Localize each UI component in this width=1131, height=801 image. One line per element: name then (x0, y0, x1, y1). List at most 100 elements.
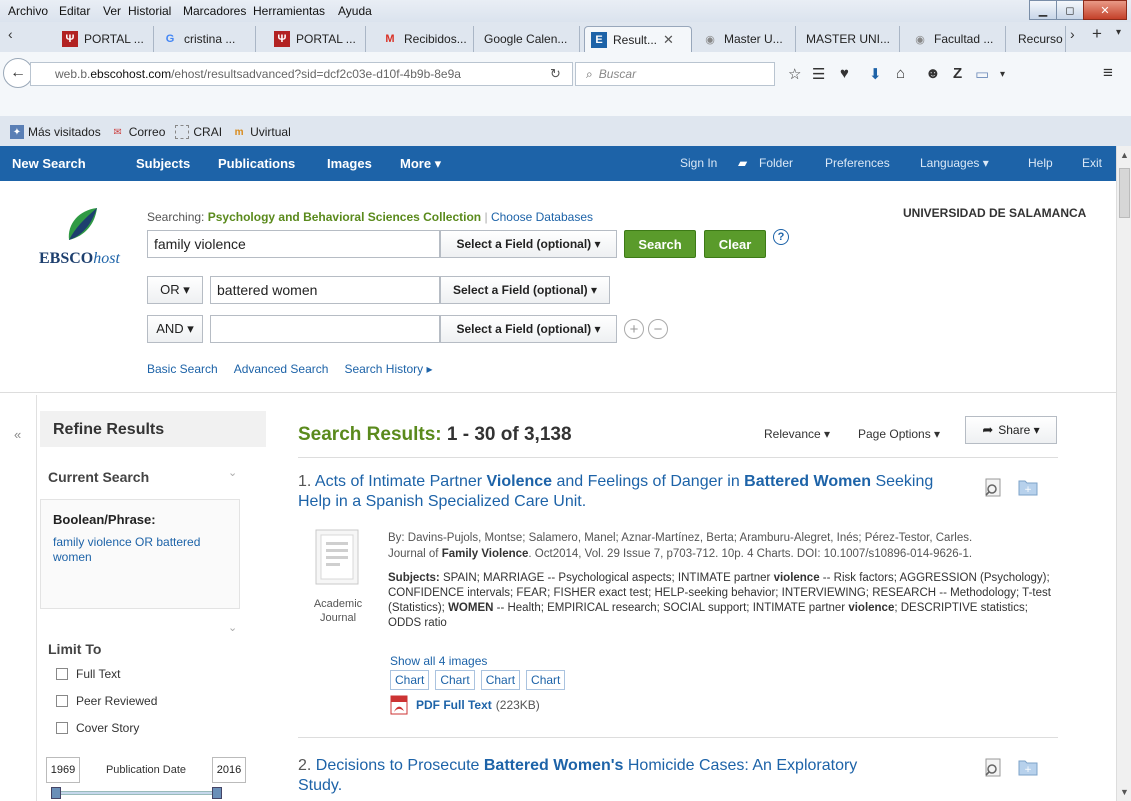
scrollbar-thumb[interactable] (1119, 168, 1130, 218)
tab-master-uni[interactable]: MASTER UNI... (800, 26, 900, 52)
nav-folder[interactable]: Folder (759, 156, 793, 170)
search-button[interactable]: Search (624, 230, 696, 258)
add-row-icon[interactable]: + (624, 319, 644, 339)
tab-google-calendar[interactable]: Google Calen... (478, 26, 580, 52)
page-scrollbar[interactable]: ▲ ▼ (1116, 146, 1131, 801)
page-icon[interactable]: ▭ (975, 65, 989, 83)
tab-scroll-left-icon[interactable]: ‹ (8, 26, 13, 42)
tab-scroll-right-icon[interactable]: › (1070, 26, 1075, 42)
tab-list-icon[interactable]: ▾ (1116, 27, 1121, 38)
sort-relevance[interactable]: Relevance ▾ (764, 427, 830, 441)
pdf-full-text-link[interactable]: PDF Full Text (223KB) (390, 695, 540, 715)
nav-languages[interactable]: Languages ▾ (920, 156, 989, 170)
close-window-icon[interactable]: ✕ (1083, 0, 1127, 20)
limit-full-text[interactable]: Full Text (56, 667, 120, 681)
browser-search-input[interactable]: ⌕ Buscar (575, 62, 775, 86)
collapse-sidebar[interactable]: « (0, 395, 37, 801)
search-term-3[interactable] (210, 315, 440, 343)
search-history-link[interactable]: Search History ▸ (344, 362, 432, 376)
tab-portal-1[interactable]: Ψ PORTAL ... (56, 26, 154, 52)
menu-editar[interactable]: Editar (59, 4, 90, 18)
field-select-2[interactable]: Select a Field (optional) ▾ (440, 276, 610, 304)
pub-date-from[interactable]: 1969 (46, 757, 80, 783)
pub-date-slider[interactable] (51, 787, 222, 799)
nav-sign-in[interactable]: Sign In (680, 156, 717, 170)
menu-historial[interactable]: Historial (128, 4, 171, 18)
add-to-folder-icon[interactable]: + (1018, 478, 1038, 496)
boolean-phrase-value[interactable]: family violence OR battered women (53, 535, 227, 565)
field-select-3[interactable]: Select a Field (optional) ▾ (440, 315, 617, 343)
boolean-operator-3[interactable]: AND ▾ (147, 315, 203, 343)
nav-images[interactable]: Images (327, 156, 372, 171)
tab-results[interactable]: E Result... ✕ (584, 26, 692, 52)
page-options[interactable]: Page Options ▾ (858, 427, 940, 441)
scroll-up-icon[interactable]: ▲ (1120, 150, 1129, 160)
preview-magnifier-icon[interactable] (984, 758, 1004, 778)
result-1-title[interactable]: 1. Acts of Intimate Partner Violence and… (298, 472, 938, 512)
bookmark-mas-visitados[interactable]: ✦ Más visitados (10, 125, 101, 139)
menu-marcadores[interactable]: Marcadores (183, 4, 246, 18)
chevron-down-icon[interactable]: ⌄ (228, 621, 237, 634)
dropdown-icon[interactable]: ▾ (1000, 69, 1005, 80)
minimize-icon[interactable]: ▁ (1029, 0, 1057, 20)
close-tab-icon[interactable]: ✕ (663, 32, 674, 48)
limit-to-header[interactable]: Limit To (40, 641, 240, 657)
tab-recurso[interactable]: Recurso (1012, 26, 1066, 52)
slider-handle-left[interactable] (51, 787, 61, 799)
tab-facultad[interactable]: ◉ Facultad ... (906, 26, 1006, 52)
checkbox[interactable] (56, 695, 68, 707)
checkbox[interactable] (56, 722, 68, 734)
current-search-header[interactable]: Current Search (40, 469, 240, 485)
show-all-images-link[interactable]: Show all 4 images (390, 654, 487, 668)
maximize-icon[interactable]: ◻ (1056, 0, 1084, 20)
add-to-folder-icon[interactable]: + (1018, 758, 1038, 776)
limit-peer-reviewed[interactable]: Peer Reviewed (56, 694, 157, 708)
share-button[interactable]: ➦ Share ▾ (965, 416, 1057, 444)
limit-cover-story[interactable]: Cover Story (56, 721, 139, 735)
zotero-icon[interactable]: Z (953, 65, 962, 82)
tab-portal-2[interactable]: Ψ PORTAL ... (268, 26, 366, 52)
back-arrow-icon[interactable]: ← (3, 58, 33, 88)
bookmark-crai[interactable]: CRAI (175, 125, 222, 139)
nav-exit[interactable]: Exit (1082, 156, 1102, 170)
double-chevron-left-icon[interactable]: « (14, 427, 21, 442)
chart-link-1[interactable]: Chart (390, 670, 430, 690)
chevron-down-icon[interactable]: ⌄ (228, 466, 237, 479)
nav-new-search[interactable]: New Search (12, 156, 86, 171)
choose-databases-link[interactable]: Choose Databases (491, 210, 593, 224)
bookmark-star-icon[interactable]: ☆ (788, 65, 801, 83)
address-bar[interactable]: web.b. ebscohost.com/ehost/resultsadvance… (30, 62, 573, 86)
chat-icon[interactable]: ☻ (925, 65, 941, 82)
boolean-operator-2[interactable]: OR ▾ (147, 276, 203, 304)
basic-search-link[interactable]: Basic Search (147, 362, 218, 376)
result-2-title[interactable]: 2. Decisions to Prosecute Battered Women… (298, 756, 898, 796)
field-select-1[interactable]: Select a Field (optional) ▾ (440, 230, 617, 258)
download-icon[interactable]: ⬇ (869, 65, 882, 83)
menu-archivo[interactable]: Archivo (8, 4, 48, 18)
database-name[interactable]: Psychology and Behavioral Sciences Colle… (208, 210, 481, 224)
ebsco-logo[interactable]: EBSCOhost (35, 206, 135, 267)
slider-handle-right[interactable] (212, 787, 222, 799)
tab-cristina[interactable]: G cristina ... (156, 26, 256, 52)
preview-magnifier-icon[interactable] (984, 478, 1004, 498)
search-term-1[interactable]: family violence (147, 230, 440, 258)
advanced-search-link[interactable]: Advanced Search (234, 362, 329, 376)
reload-icon[interactable]: ↻ (550, 66, 561, 82)
nav-help[interactable]: Help (1028, 156, 1053, 170)
search-term-2[interactable]: battered women (210, 276, 440, 304)
bookmark-uvirtual[interactable]: m Uvirtual (232, 125, 291, 139)
menu-ver[interactable]: Ver (103, 4, 121, 18)
chart-link-3[interactable]: Chart (480, 670, 521, 690)
reading-list-icon[interactable]: ☰ (812, 65, 825, 83)
checkbox[interactable] (56, 668, 68, 680)
nav-preferences[interactable]: Preferences (825, 156, 890, 170)
help-icon[interactable]: ? (773, 229, 789, 245)
new-tab-icon[interactable]: + (1092, 24, 1102, 44)
hamburger-menu-icon[interactable]: ≡ (1103, 63, 1113, 83)
home-icon[interactable]: ⌂ (896, 65, 905, 82)
chart-link-4[interactable]: Chart (526, 670, 566, 690)
scroll-down-icon[interactable]: ▼ (1120, 787, 1129, 797)
pocket-icon[interactable]: ♥ (840, 65, 849, 82)
nav-publications[interactable]: Publications (218, 156, 295, 171)
menu-ayuda[interactable]: Ayuda (338, 4, 372, 18)
